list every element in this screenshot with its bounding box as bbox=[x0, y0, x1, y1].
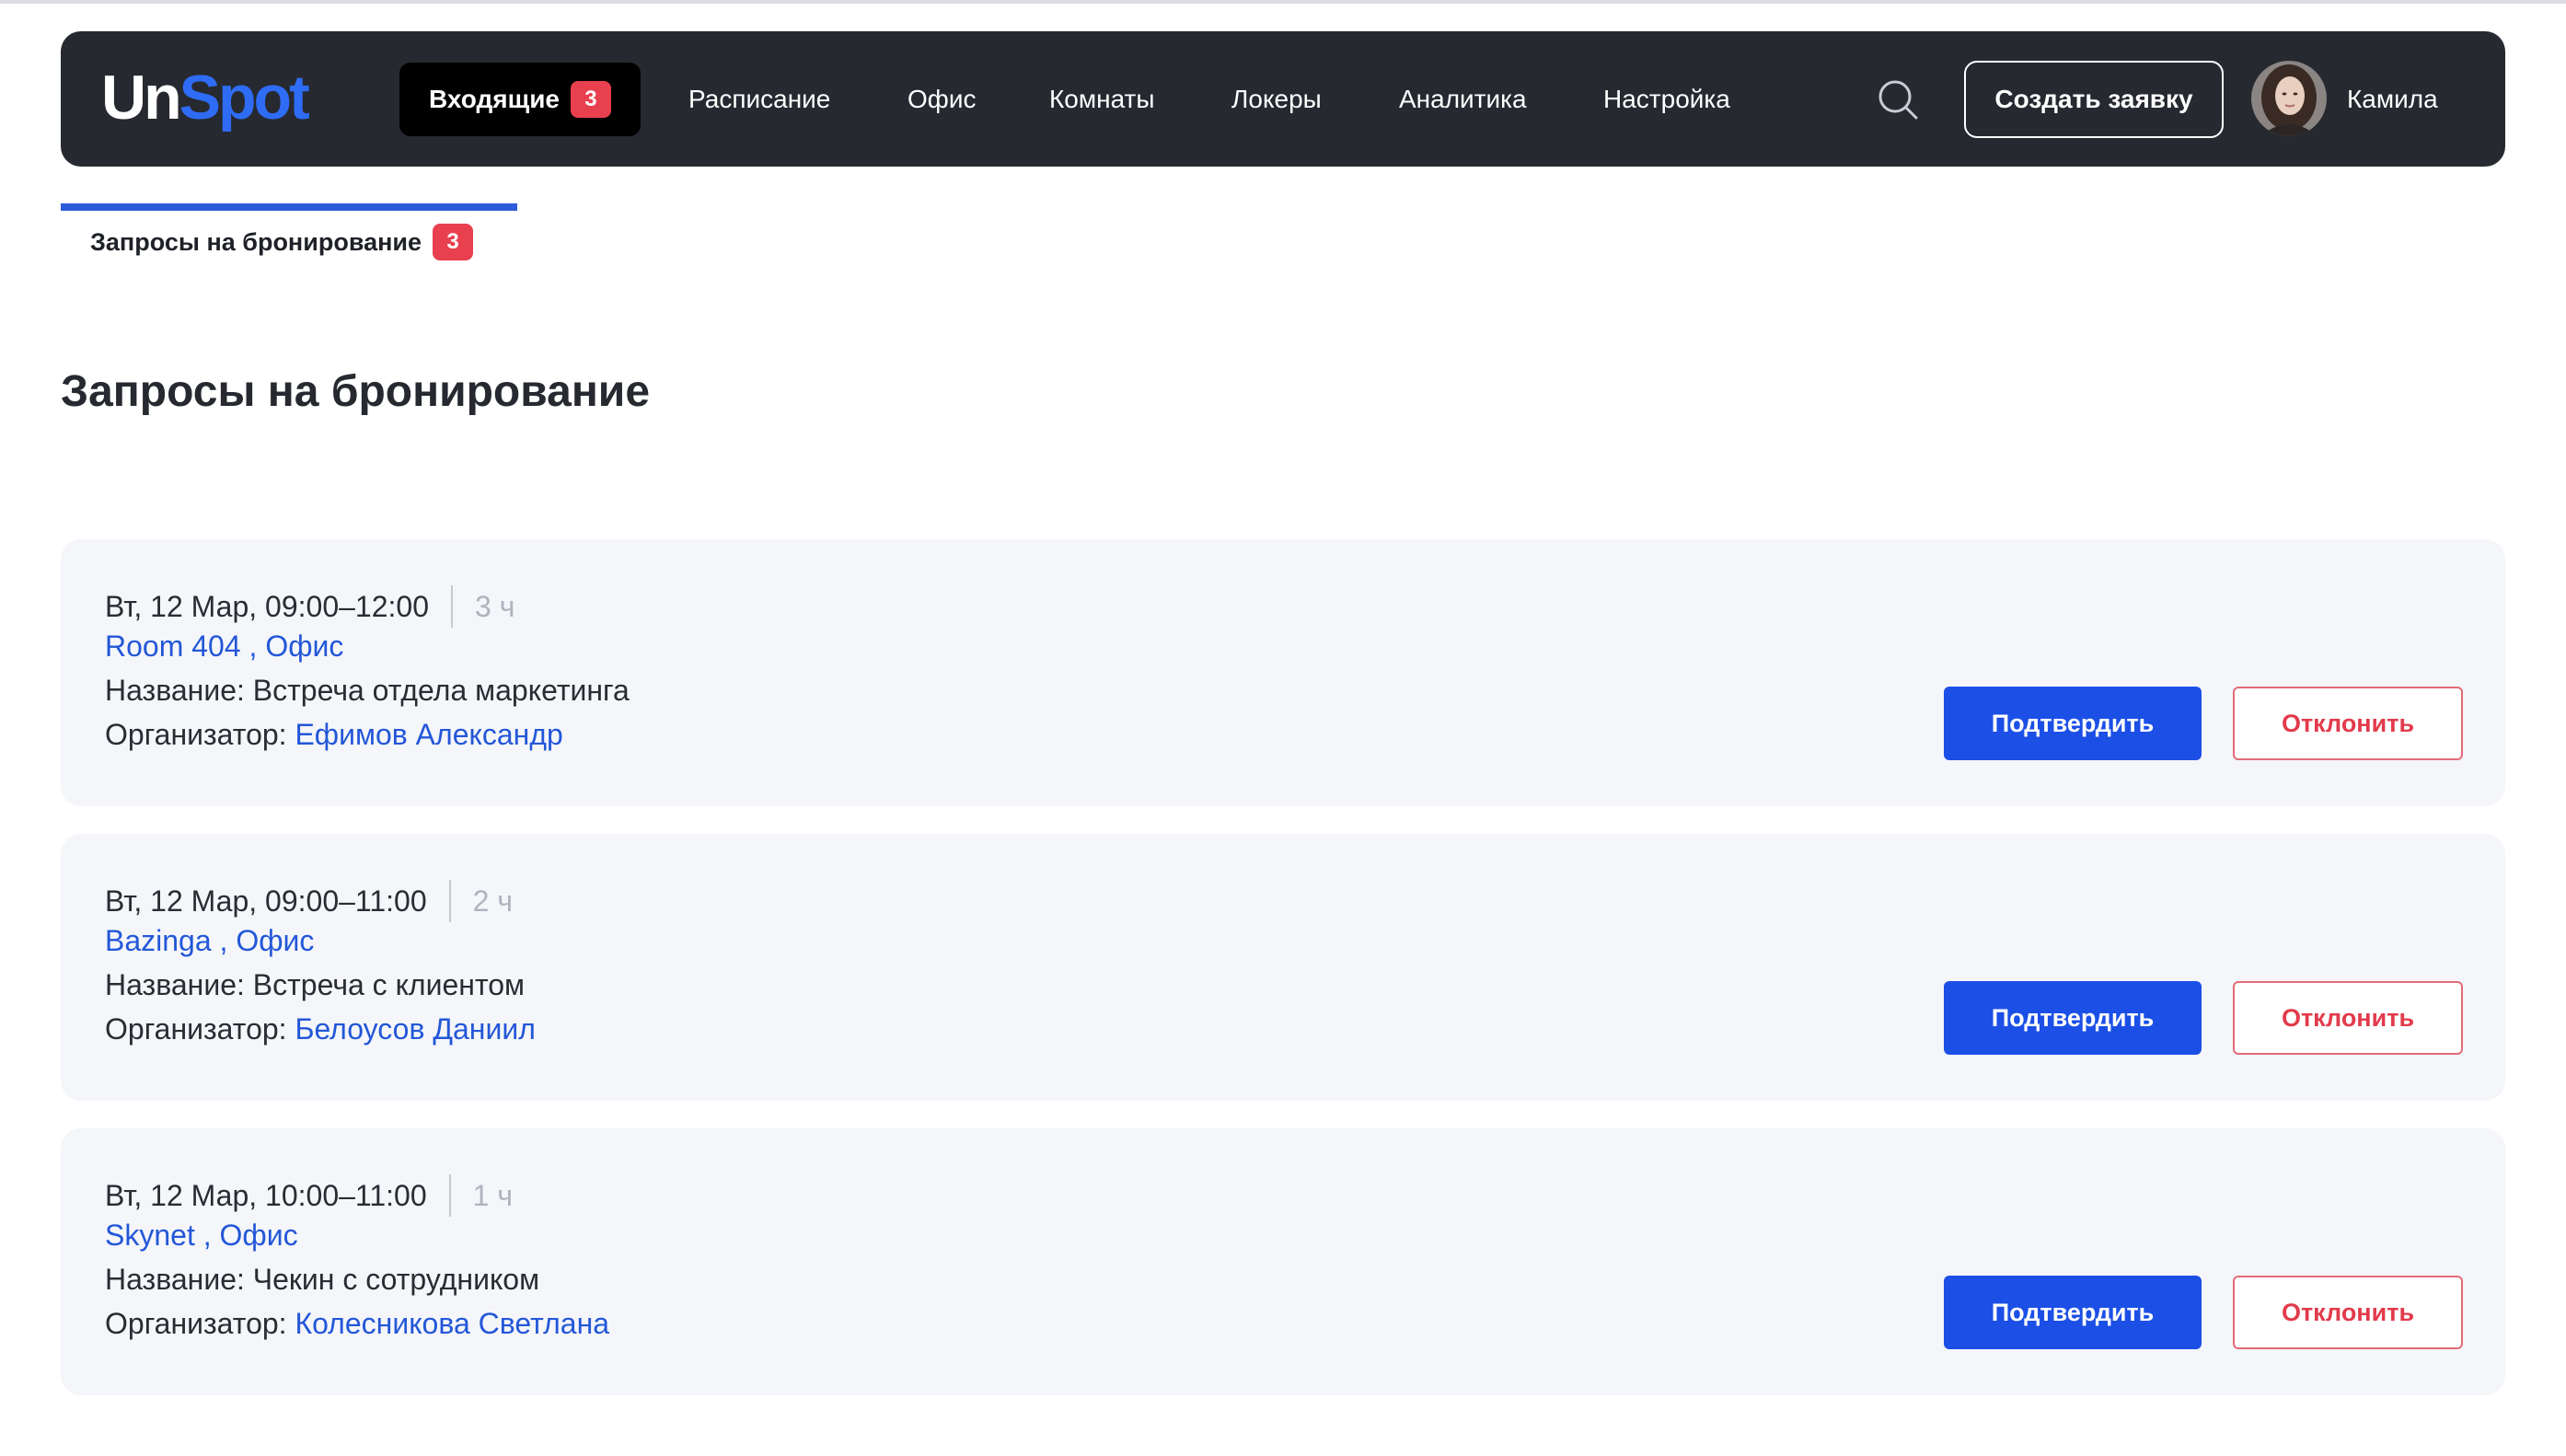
request-organizer-row: Организатор: Белоусов Даниил bbox=[105, 1012, 536, 1046]
request-duration: 2 ч bbox=[472, 884, 513, 918]
nav-item-office[interactable]: Офис bbox=[907, 63, 976, 136]
request-name: Чекин с сотрудником bbox=[252, 1263, 540, 1296]
request-organizer-link[interactable]: Ефимов Александр bbox=[295, 718, 562, 751]
nav-item-analytics[interactable]: Аналитика bbox=[1399, 63, 1527, 136]
request-duration: 3 ч bbox=[475, 589, 515, 623]
request-location-link[interactable]: Room 404 , Офис bbox=[105, 630, 343, 664]
request-datetime-row: Вт, 12 Мар, 10:00–11:00 1 ч bbox=[105, 1174, 513, 1217]
user-avatar[interactable] bbox=[2251, 61, 2327, 136]
tab-count-badge: 3 bbox=[433, 224, 474, 260]
nav-item-rooms[interactable]: Комнаты bbox=[1049, 63, 1155, 136]
page-title: Запросы на бронирование bbox=[61, 367, 651, 416]
request-organizer-row: Организатор: Колесникова Светлана bbox=[105, 1307, 609, 1341]
request-datetime: Вт, 12 Мар, 09:00–11:00 bbox=[105, 884, 427, 918]
request-organizer-label: Организатор: bbox=[105, 1307, 287, 1340]
divider bbox=[448, 880, 451, 922]
unspot-logo[interactable]: UnSpot bbox=[101, 63, 310, 133]
booking-request-card: Вт, 12 Мар, 10:00–11:00 1 ч Skynet , Офи… bbox=[61, 1128, 2505, 1395]
tab-booking-requests[interactable]: Запросы на бронирование 3 bbox=[61, 203, 517, 273]
request-organizer-label: Организатор: bbox=[105, 718, 287, 751]
avatar-photo-icon bbox=[2251, 61, 2327, 136]
top-border bbox=[0, 0, 2566, 4]
request-name-label: Название: bbox=[105, 1263, 245, 1296]
booking-request-card: Вт, 12 Мар, 09:00–11:00 2 ч Bazinga , Оф… bbox=[61, 834, 2505, 1101]
reject-button[interactable]: Отклонить bbox=[2233, 981, 2463, 1055]
request-organizer-link[interactable]: Колесникова Светлана bbox=[295, 1307, 609, 1340]
reject-button[interactable]: Отклонить bbox=[2233, 1276, 2463, 1349]
confirm-button[interactable]: Подтвердить bbox=[1944, 687, 2202, 760]
inbox-count-badge: 3 bbox=[570, 81, 611, 118]
user-name[interactable]: Камила bbox=[2347, 63, 2438, 136]
request-name: Встреча с клиентом bbox=[252, 968, 526, 1001]
request-name: Встреча отдела маркетинга bbox=[252, 674, 630, 707]
search-icon[interactable] bbox=[1876, 77, 1920, 121]
confirm-button[interactable]: Подтвердить bbox=[1944, 1276, 2202, 1349]
nav-item-settings[interactable]: Настройка bbox=[1603, 63, 1730, 136]
request-duration: 1 ч bbox=[472, 1178, 513, 1212]
divider bbox=[448, 1174, 451, 1217]
tab-booking-requests-label: Запросы на бронирование bbox=[90, 227, 422, 256]
request-datetime-row: Вт, 12 Мар, 09:00–12:00 3 ч bbox=[105, 585, 514, 628]
request-name-label: Название: bbox=[105, 968, 245, 1001]
reject-button[interactable]: Отклонить bbox=[2233, 687, 2463, 760]
booking-request-card: Вт, 12 Мар, 09:00–12:00 3 ч Room 404 , О… bbox=[61, 539, 2505, 806]
request-organizer-label: Организатор: bbox=[105, 1012, 287, 1046]
top-navigation-bar: UnSpot Входящие 3 Расписание Офис Комнат… bbox=[61, 31, 2505, 167]
nav-item-lockers[interactable]: Локеры bbox=[1231, 63, 1322, 136]
request-datetime: Вт, 12 Мар, 10:00–11:00 bbox=[105, 1178, 427, 1212]
request-name-label: Название: bbox=[105, 674, 245, 707]
request-name-row: Название: Чекин с сотрудником bbox=[105, 1263, 539, 1297]
request-location-link[interactable]: Skynet , Офис bbox=[105, 1219, 298, 1253]
nav-item-schedule[interactable]: Расписание bbox=[688, 63, 830, 136]
request-organizer-link[interactable]: Белоусов Даниил bbox=[295, 1012, 535, 1046]
request-datetime-row: Вт, 12 Мар, 09:00–11:00 2 ч bbox=[105, 880, 513, 922]
nav-item-inbox[interactable]: Входящие 3 bbox=[399, 63, 641, 136]
nav-item-inbox-label: Входящие bbox=[429, 85, 560, 113]
request-name-row: Название: Встреча отдела маркетинга bbox=[105, 674, 630, 708]
request-name-row: Название: Встреча с клиентом bbox=[105, 968, 525, 1002]
request-organizer-row: Организатор: Ефимов Александр bbox=[105, 718, 563, 752]
request-datetime: Вт, 12 Мар, 09:00–12:00 bbox=[105, 589, 429, 623]
confirm-button[interactable]: Подтвердить bbox=[1944, 981, 2202, 1055]
request-location-link[interactable]: Bazinga , Офис bbox=[105, 924, 314, 958]
divider bbox=[451, 585, 453, 628]
create-request-button[interactable]: Создать заявку bbox=[1964, 61, 2224, 138]
